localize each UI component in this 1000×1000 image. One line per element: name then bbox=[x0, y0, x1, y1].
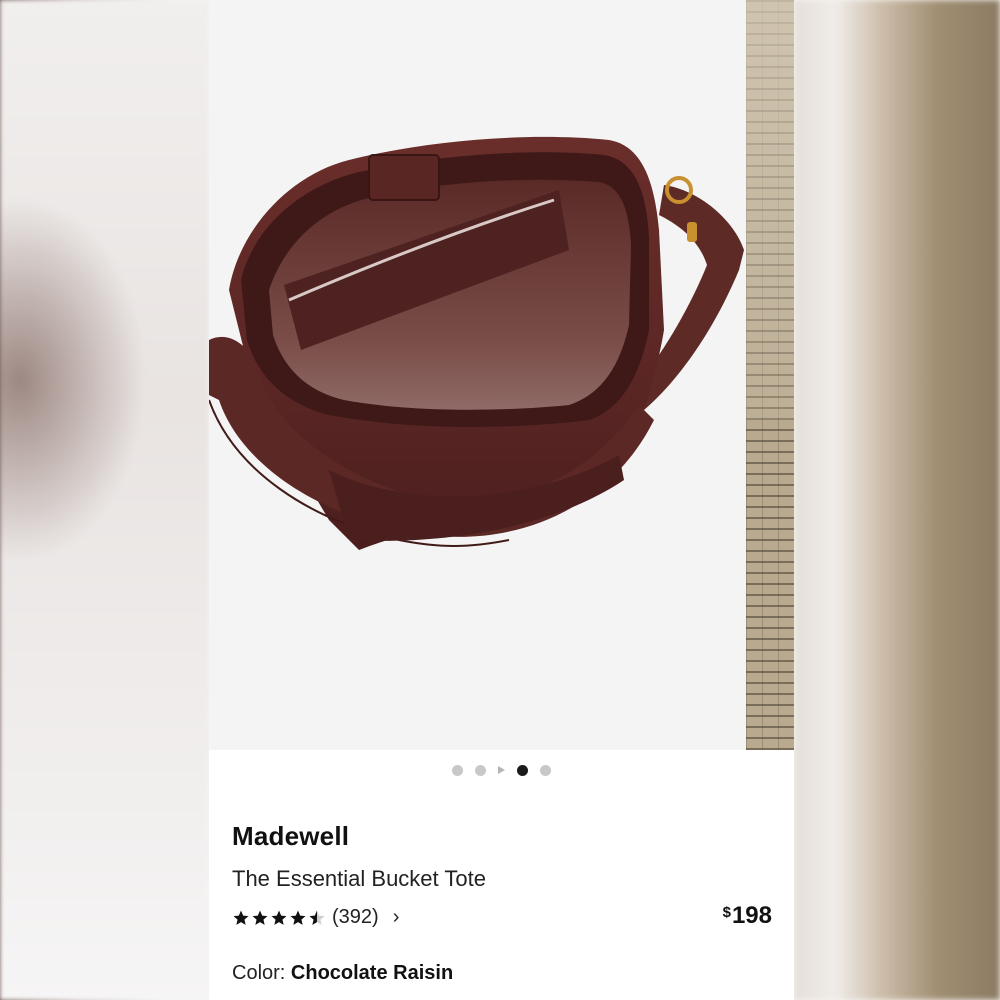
product-image[interactable] bbox=[209, 0, 746, 750]
star-rating bbox=[232, 909, 326, 927]
color-value: Chocolate Raisin bbox=[290, 962, 454, 984]
color-selection: Color: Chocolate Raisin bbox=[232, 962, 453, 985]
star-icon bbox=[252, 910, 268, 925]
next-image-highlight bbox=[746, 0, 794, 420]
blurred-backdrop-right bbox=[794, 0, 1000, 1000]
star-icon bbox=[271, 910, 287, 925]
pager-dot-2[interactable] bbox=[475, 764, 486, 776]
product-card: Madewell The Essential Bucket Tote (392)… bbox=[209, 0, 794, 1000]
pager-dot-1[interactable] bbox=[452, 764, 463, 776]
color-label: Color: bbox=[232, 962, 291, 984]
price: $ 198 bbox=[723, 902, 772, 930]
blurred-backdrop-left bbox=[0, 0, 209, 1000]
price-value: 198 bbox=[731, 902, 772, 929]
chevron-right-icon[interactable]: › bbox=[393, 906, 400, 929]
pager-dot-active[interactable] bbox=[517, 764, 528, 776]
star-icon bbox=[290, 910, 306, 925]
product-title: The Essential Bucket Tote bbox=[232, 866, 486, 891]
pager-dot-5[interactable] bbox=[540, 764, 551, 776]
price-currency: $ bbox=[722, 904, 731, 921]
half-star-icon bbox=[309, 910, 325, 925]
image-pager[interactable] bbox=[209, 760, 794, 780]
brand-name[interactable]: Madewell bbox=[232, 821, 349, 852]
play-icon[interactable] bbox=[498, 766, 505, 774]
star-icon bbox=[233, 910, 249, 925]
review-count[interactable]: (392) bbox=[332, 906, 379, 929]
bucket-tote-bag-image bbox=[209, 136, 744, 550]
rating-row[interactable]: (392) › bbox=[232, 906, 399, 929]
